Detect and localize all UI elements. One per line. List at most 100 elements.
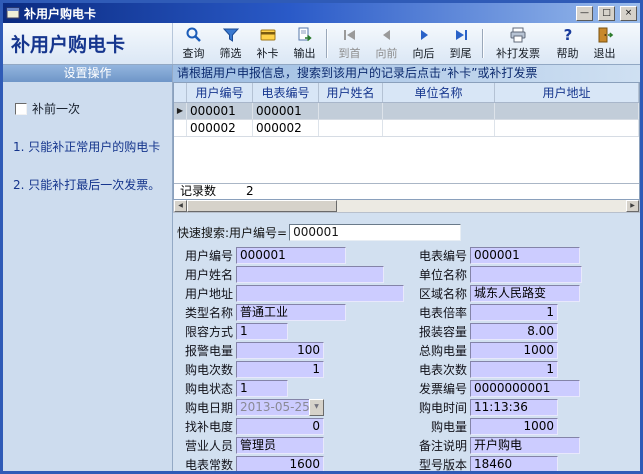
alarm-energy-field[interactable]: 100 [236,342,324,359]
query-button[interactable]: 查询 [175,24,212,63]
window-title: 补用户购电卡 [24,5,571,22]
scroll-left-icon[interactable]: ◀ [174,200,187,212]
quick-search-input[interactable]: 000001 [289,224,461,241]
invoice-printer-icon [509,26,527,44]
button-label: 向后 [413,45,435,61]
user-name-field[interactable] [236,266,384,283]
form-row: 电表常数1600 型号版本18460 [177,455,640,471]
meter-constant-field[interactable]: 1600 [236,456,324,471]
total-purchased-energy-field[interactable]: 1000 [470,342,558,359]
go-next-icon [415,26,433,44]
meter-id-field[interactable]: 000001 [470,247,580,264]
reissue-previous-checkbox-row[interactable]: 补前一次 [15,100,172,117]
chevron-down-icon[interactable]: ▼ [309,399,324,416]
table-row[interactable]: 000002 000002 [174,120,639,137]
column-header-unit-name[interactable]: 单位名称 [383,83,495,102]
main-panel: 请根据用户申报信息，搜索到该用户的记录后点击“补卡”或补打发票 用户编号 电表编… [173,65,640,471]
maximize-icon[interactable]: □ [598,6,615,21]
purchase-date-combo[interactable]: 2013-05-25 ▼ [236,399,324,416]
form-row: 用户姓名 单位名称 [177,265,640,284]
installed-capacity-field[interactable]: 8.00 [470,323,558,340]
exit-icon [596,26,614,44]
form-row: 限容方式1 报装容量8.00 [177,322,640,341]
scrollbar-track[interactable] [337,200,626,212]
sidebar-header: 设置操作 [3,65,172,82]
cell-user-address [495,103,639,119]
unit-name-field[interactable] [470,266,582,283]
column-header-meter-id[interactable]: 电表编号 [253,83,319,102]
sidebar-note-1: 1. 只能补正常用户的购电卡 [13,139,164,155]
exit-button[interactable]: 退出 [586,24,623,63]
export-button[interactable]: 输出 [286,24,323,63]
form-row: 营业人员管理员 备注说明开户购电 [177,436,640,455]
minimize-icon[interactable]: — [576,6,593,21]
sidebar-note-2: 2. 只能补打最后一次发票。 [13,177,164,193]
form-row: 用户地址 区域名称城东人民路变 [177,284,640,303]
column-header-user-address[interactable]: 用户地址 [495,83,639,102]
field-label: 报装容量 [411,323,467,340]
field-label: 总购电量 [411,342,467,359]
field-label: 营业人员 [177,437,233,454]
checkbox-icon[interactable] [15,103,27,115]
page-title: 补用户购电卡 [3,23,173,64]
cell-meter-id: 000001 [253,103,319,119]
field-label: 用户姓名 [177,266,233,283]
field-label: 购电量 [411,418,467,435]
svg-text:?: ? [563,26,572,44]
button-label: 补打发票 [496,45,540,61]
user-address-field[interactable] [236,285,404,302]
go-last-button[interactable]: 到尾 [442,24,479,63]
content-area: 设置操作 补前一次 1. 只能补正常用户的购电卡 2. 只能补打最后一次发票。 … [3,65,640,471]
field-label: 购电状态 [177,380,233,397]
field-label: 购电日期 [177,399,233,416]
meter-ratio-field[interactable]: 1 [470,304,558,321]
purchase-time-field[interactable]: 11:13:36 [470,399,558,416]
horizontal-scrollbar[interactable]: ◀ ▶ [173,200,640,213]
form-row: 用户编号000001 电表编号000001 [177,246,640,265]
purchase-energy-field[interactable]: 1000 [470,418,558,435]
help-button[interactable]: ? 帮助 [549,24,586,63]
user-table: 用户编号 电表编号 用户姓名 单位名称 用户地址 ▶ 000001 000001 [173,82,640,200]
model-version-field[interactable]: 18460 [470,456,558,471]
region-name-field[interactable]: 城东人民路变 [470,285,580,302]
button-label: 补卡 [257,45,279,61]
quick-search-label: 快速搜索:用户编号= [177,224,287,241]
sidebar: 设置操作 补前一次 1. 只能补正常用户的购电卡 2. 只能补打最后一次发票。 [3,65,173,471]
type-name-field[interactable]: 普通工业 [236,304,346,321]
reprint-invoice-button[interactable]: 补打发票 [487,24,549,63]
field-label: 购电次数 [177,361,233,378]
operator-field[interactable]: 管理员 [236,437,324,454]
form-row: 购电状态1 发票编号0000000001 [177,379,640,398]
go-prev-button[interactable]: 向前 [368,24,405,63]
header-bar: 补用户购电卡 查询 筛选 补卡 输出 到首 [3,23,640,65]
titlebar[interactable]: 补用户购电卡 — □ × [3,3,640,23]
scrollbar-thumb[interactable] [187,200,337,212]
meter-times-field[interactable]: 1 [470,361,558,378]
remark-field[interactable]: 开户购电 [470,437,580,454]
purchase-times-field[interactable]: 1 [236,361,324,378]
scroll-right-icon[interactable]: ▶ [626,200,639,212]
filter-button[interactable]: 筛选 [212,24,249,63]
export-icon [296,26,314,44]
toolbar-separator [326,29,328,58]
button-label: 到尾 [450,45,472,61]
capacity-limit-mode-field[interactable]: 1 [236,323,288,340]
button-label: 向前 [376,45,398,61]
field-label: 区域名称 [411,285,467,302]
reissue-card-button[interactable]: 补卡 [249,24,286,63]
field-label: 找补电度 [177,418,233,435]
column-header-user-id[interactable]: 用户编号 [187,83,253,102]
purchase-status-field[interactable]: 1 [236,380,288,397]
invoice-number-field[interactable]: 0000000001 [470,380,580,397]
user-id-field[interactable]: 000001 [236,247,346,264]
close-icon[interactable]: × [620,6,637,21]
cell-user-address [495,120,639,136]
go-first-button[interactable]: 到首 [331,24,368,63]
record-count-value: 2 [246,184,254,199]
app-window: 补用户购电卡 — □ × 补用户购电卡 查询 筛选 补卡 输出 [0,0,643,474]
table-row[interactable]: ▶ 000001 000001 [174,103,639,120]
column-header-user-name[interactable]: 用户姓名 [319,83,383,102]
field-label: 报警电量 [177,342,233,359]
go-next-button[interactable]: 向后 [405,24,442,63]
adjustment-energy-field[interactable]: 0 [236,418,324,435]
